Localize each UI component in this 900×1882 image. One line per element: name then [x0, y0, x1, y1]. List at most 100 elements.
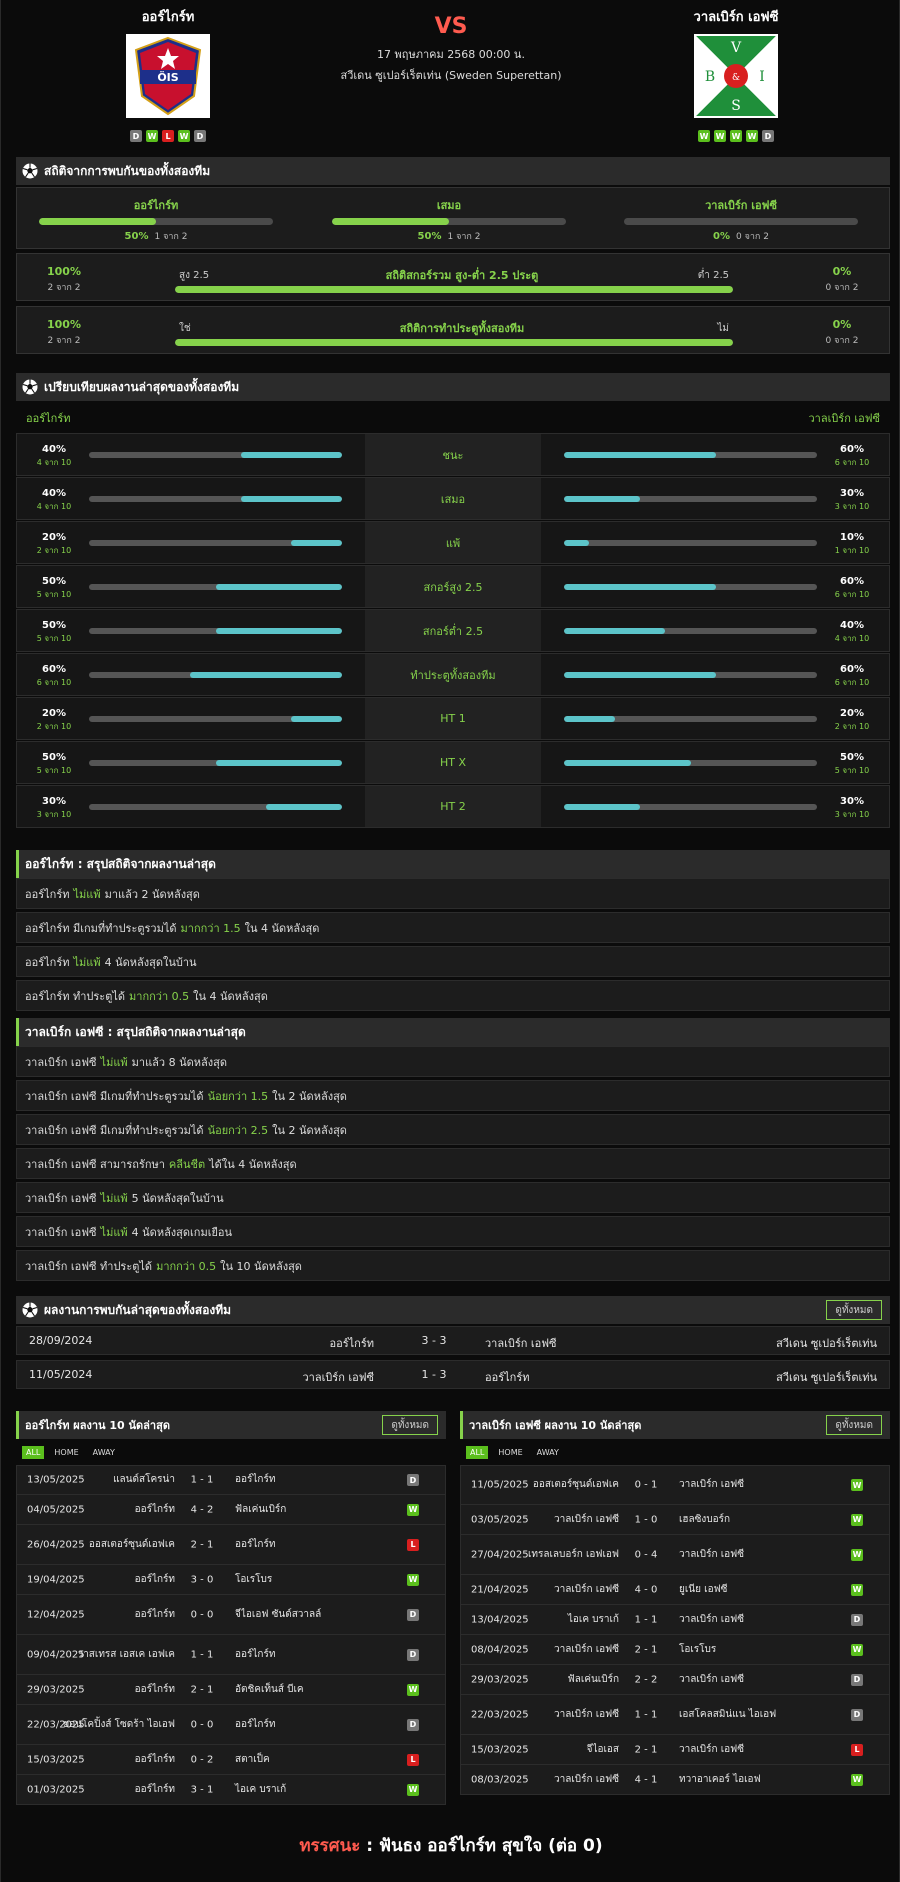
- result-home-team[interactable]: ยอนโคปิ้งส์ โซดร้า ไอเอฟ: [45, 1718, 175, 1732]
- result-row[interactable]: 15/03/2025 ออร์ไกร์ท 0 - 2 สตาเป็ค L: [16, 1745, 446, 1775]
- match-home-team[interactable]: ออร์ไกร์ท: [330, 1334, 374, 1352]
- result-home-team[interactable]: เทรลเลบอร์ก เอฟเอฟ: [489, 1548, 619, 1562]
- form-badge: D: [194, 130, 206, 142]
- h2h-cell-label[interactable]: เสมอ: [332, 196, 566, 214]
- away-view-all-button[interactable]: ดูทั้งหมด: [826, 1415, 882, 1435]
- result-row[interactable]: 04/05/2025 ออร์ไกร์ท 4 - 2 ฟัลเค่นเบิร์ก W: [16, 1495, 446, 1525]
- compare-metric-label: แพ้: [365, 522, 541, 563]
- result-row[interactable]: 09/04/2025 วาสเทรส เอสเค เอฟเค 1 - 1 ออร์ไก…: [16, 1635, 446, 1675]
- home-bar-fill: [266, 804, 342, 810]
- result-away-team[interactable]: ออร์ไกร์ท: [235, 1538, 365, 1552]
- result-row[interactable]: 29/03/2025 ออร์ไกร์ท 2 - 1 อัตชิคเท็นส์ บีเ…: [16, 1675, 446, 1705]
- result-row[interactable]: 03/05/2025 วาลเบิร์ก เอฟซี 1 - 0 เฮลซิงบอร์…: [460, 1505, 890, 1535]
- result-home-team[interactable]: ออร์ไกร์ท: [45, 1683, 175, 1697]
- result-row[interactable]: 11/05/2025 ออสเตอร์ซุนด์เอฟเค 0 - 1 วาลเบิร…: [460, 1465, 890, 1505]
- result-away-team[interactable]: วาลเบิร์ก เอฟซี: [679, 1548, 809, 1562]
- result-away-team[interactable]: วาลเบิร์ก เอฟซี: [679, 1673, 809, 1687]
- tab-all[interactable]: ALL: [466, 1445, 489, 1459]
- result-home-team[interactable]: ไอเค บราเก้: [489, 1613, 619, 1627]
- match-away-team[interactable]: ออร์ไกร์ท: [485, 1368, 529, 1386]
- tab-home[interactable]: HOME: [50, 1446, 82, 1459]
- result-home-team[interactable]: วาลเบิร์ก เอฟซี: [489, 1643, 619, 1657]
- tab-away[interactable]: AWAY: [533, 1446, 563, 1459]
- away-stat: 20% 2 จาก 10: [827, 705, 877, 733]
- result-home-team[interactable]: วาลเบิร์ก เอฟซี: [489, 1583, 619, 1597]
- tab-away[interactable]: AWAY: [89, 1446, 119, 1459]
- away-percent: 40%: [840, 620, 864, 631]
- h2h-view-all-button[interactable]: ดูทั้งหมด: [826, 1300, 882, 1320]
- compare-row: 40% 4 จาก 10 ชนะ 60% 6 จาก 10: [16, 433, 890, 476]
- result-score: 0 - 4: [634, 1549, 658, 1560]
- result-row[interactable]: 29/03/2025 ฟัลเค่นเบิร์ก 2 - 2 วาลเบิร์ก เอ…: [460, 1665, 890, 1695]
- h2h-cell-label[interactable]: วาลเบิร์ก เอฟซี: [624, 196, 858, 214]
- match-home-team[interactable]: วาลเบิร์ก เอฟซี: [302, 1368, 374, 1386]
- result-home-team[interactable]: ฟัลเค่นเบิร์ก: [489, 1673, 619, 1687]
- away-logo-letter-amp: &: [732, 73, 740, 83]
- result-row[interactable]: 19/04/2025 ออร์ไกร์ท 3 - 0 โอเรโบร W: [16, 1565, 446, 1595]
- result-row[interactable]: 13/05/2025 แลนด์สโครน่า 1 - 1 ออร์ไกร์ท D: [16, 1465, 446, 1495]
- away-team-block[interactable]: วาลเบิร์ก เอฟซี V B & I S WWWWD: [636, 6, 836, 142]
- result-home-team[interactable]: ออร์ไกร์ท: [45, 1608, 175, 1622]
- result-away-team[interactable]: ยูเนีย เอฟซี: [679, 1583, 809, 1597]
- away-team-name[interactable]: วาลเบิร์ก เอฟซี: [636, 6, 836, 25]
- result-row[interactable]: 21/04/2025 วาลเบิร์ก เอฟซี 4 - 0 ยูเนีย เอฟ…: [460, 1575, 890, 1605]
- result-row[interactable]: 08/04/2025 วาลเบิร์ก เอฟซี 2 - 1 โอเรโบร W: [460, 1635, 890, 1665]
- match-away-team[interactable]: วาลเบิร์ก เอฟซี: [485, 1334, 557, 1352]
- result-score: 4 - 2: [190, 1504, 214, 1515]
- result-away-team[interactable]: ออร์ไกร์ท: [235, 1473, 365, 1487]
- result-away-team[interactable]: โอเรโบร: [679, 1643, 809, 1657]
- tab-all[interactable]: ALL: [22, 1445, 45, 1459]
- result-away-team[interactable]: ออร์ไกร์ท: [235, 1718, 365, 1732]
- result-away-team[interactable]: อัตชิคเท็นส์ บีเค: [235, 1683, 365, 1697]
- h2h-match-row[interactable]: 28/09/2024 ออร์ไกร์ท 3 - 3 วาลเบิร์ก เอฟซี ส…: [16, 1326, 890, 1355]
- h2h-cell-label[interactable]: ออร์ไกร์ท: [39, 196, 273, 214]
- result-away-team[interactable]: ฟัลเค่นเบิร์ก: [235, 1503, 365, 1517]
- result-home-team[interactable]: ออร์ไกร์ท: [45, 1503, 175, 1517]
- result-home-team[interactable]: แลนด์สโครน่า: [45, 1473, 175, 1487]
- result-row[interactable]: 27/04/2025 เทรลเลบอร์ก เอฟเอฟ 0 - 4 วาลเบิร…: [460, 1535, 890, 1575]
- away-percent: 60%: [840, 664, 864, 675]
- result-row[interactable]: 13/04/2025 ไอเค บราเก้ 1 - 1 วาลเบิร์ก เอฟซ…: [460, 1605, 890, 1635]
- result-home-team[interactable]: ออสเตอร์ซุนด์เอฟเค: [45, 1538, 175, 1552]
- result-row[interactable]: 12/04/2025 ออร์ไกร์ท 0 - 0 จีไอเอฟ ซันด์สวา…: [16, 1595, 446, 1635]
- result-away-team[interactable]: เฮลซิงบอร์ก: [679, 1513, 809, 1527]
- result-away-team[interactable]: โอเรโบร: [235, 1573, 365, 1587]
- result-away-team[interactable]: ไอเค บราเก้: [235, 1783, 365, 1797]
- result-away-team[interactable]: วาลเบิร์ก เอฟซี: [679, 1743, 809, 1757]
- result-row[interactable]: 26/04/2025 ออสเตอร์ซุนด์เอฟเค 2 - 1 ออร์ไกร…: [16, 1525, 446, 1565]
- summary-row: ออร์ไกร์ท มีเกมที่ทำประตูรวมได้ มากกว่า 1…: [16, 912, 890, 943]
- tab-home[interactable]: HOME: [494, 1446, 526, 1459]
- match-league: สวีเดน ซูเปอร์เร็ตเท่น: [776, 1337, 877, 1350]
- result-row[interactable]: 22/03/2025 วาลเบิร์ก เอฟซี 1 - 1 เอสโคลสมิน…: [460, 1695, 890, 1735]
- match-league[interactable]: สวีเดน ซูเปอร์เร็ตเท่น (Sweden Superetta…: [301, 66, 601, 84]
- result-home-team[interactable]: วาสเทรส เอสเค เอฟเค: [45, 1648, 175, 1662]
- result-row[interactable]: 22/03/2025 ยอนโคปิ้งส์ โซดร้า ไอเอฟ 0 - 0อ…: [16, 1705, 446, 1745]
- h2h-match-row[interactable]: 11/05/2024 วาลเบิร์ก เอฟซี 1 - 3 ออร์ไกร์ท ส…: [16, 1360, 890, 1389]
- result-away-team[interactable]: จีไอเอฟ ซันด์สวาลล์: [235, 1608, 365, 1622]
- result-home-team[interactable]: ออร์ไกร์ท: [45, 1573, 175, 1587]
- result-home-team[interactable]: วาลเบิร์ก เอฟซี: [489, 1513, 619, 1527]
- result-away-team[interactable]: ทวาอาเคอร์ ไอเอฟ: [679, 1773, 809, 1787]
- away-stat: 60% 6 จาก 10: [827, 573, 877, 601]
- result-away-team[interactable]: เอสโคลสมิน่แน ไอเอฟ: [679, 1708, 809, 1722]
- result-row[interactable]: 15/03/2025 จีไอเอส 2 - 1 วาลเบิร์ก เอฟซี L: [460, 1735, 890, 1765]
- away-percent: 10%: [840, 532, 864, 543]
- home-view-all-button[interactable]: ดูทั้งหมด: [382, 1415, 438, 1435]
- home-team-block[interactable]: ออร์ไกร์ท ÖIS DWLWD: [68, 6, 268, 142]
- home-team-name[interactable]: ออร์ไกร์ท: [68, 6, 268, 25]
- result-row[interactable]: 08/03/2025 วาลเบิร์ก เอฟซี 4 - 1 ทวาอาเคอร์…: [460, 1765, 890, 1795]
- result-home-team[interactable]: ออสเตอร์ซุนด์เอฟเค: [489, 1478, 619, 1492]
- result-away-team[interactable]: ออร์ไกร์ท: [235, 1648, 365, 1662]
- compare-away-name[interactable]: วาลเบิร์ก เอฟซี: [808, 409, 880, 427]
- compare-home-name[interactable]: ออร์ไกร์ท: [26, 409, 70, 427]
- result-home-team[interactable]: วาลเบิร์ก เอฟซี: [489, 1773, 619, 1787]
- result-home-team[interactable]: ออร์ไกร์ท: [45, 1783, 175, 1797]
- result-home-team[interactable]: จีไอเอส: [489, 1743, 619, 1757]
- result-home-team[interactable]: ออร์ไกร์ท: [45, 1753, 175, 1767]
- result-away-team[interactable]: วาลเบิร์ก เอฟซี: [679, 1613, 809, 1627]
- result-away-team[interactable]: สตาเป็ค: [235, 1753, 365, 1767]
- result-away-team[interactable]: วาลเบิร์ก เอฟซี: [679, 1478, 809, 1492]
- result-home-team[interactable]: วาลเบิร์ก เอฟซี: [489, 1708, 619, 1722]
- result-row[interactable]: 01/03/2025 ออร์ไกร์ท 3 - 1 ไอเค บราเก้ W: [16, 1775, 446, 1805]
- h2h-results-header: ผลงานการพบกันล่าสุดของทั้งสองทีม ดูทั้งห…: [16, 1296, 890, 1324]
